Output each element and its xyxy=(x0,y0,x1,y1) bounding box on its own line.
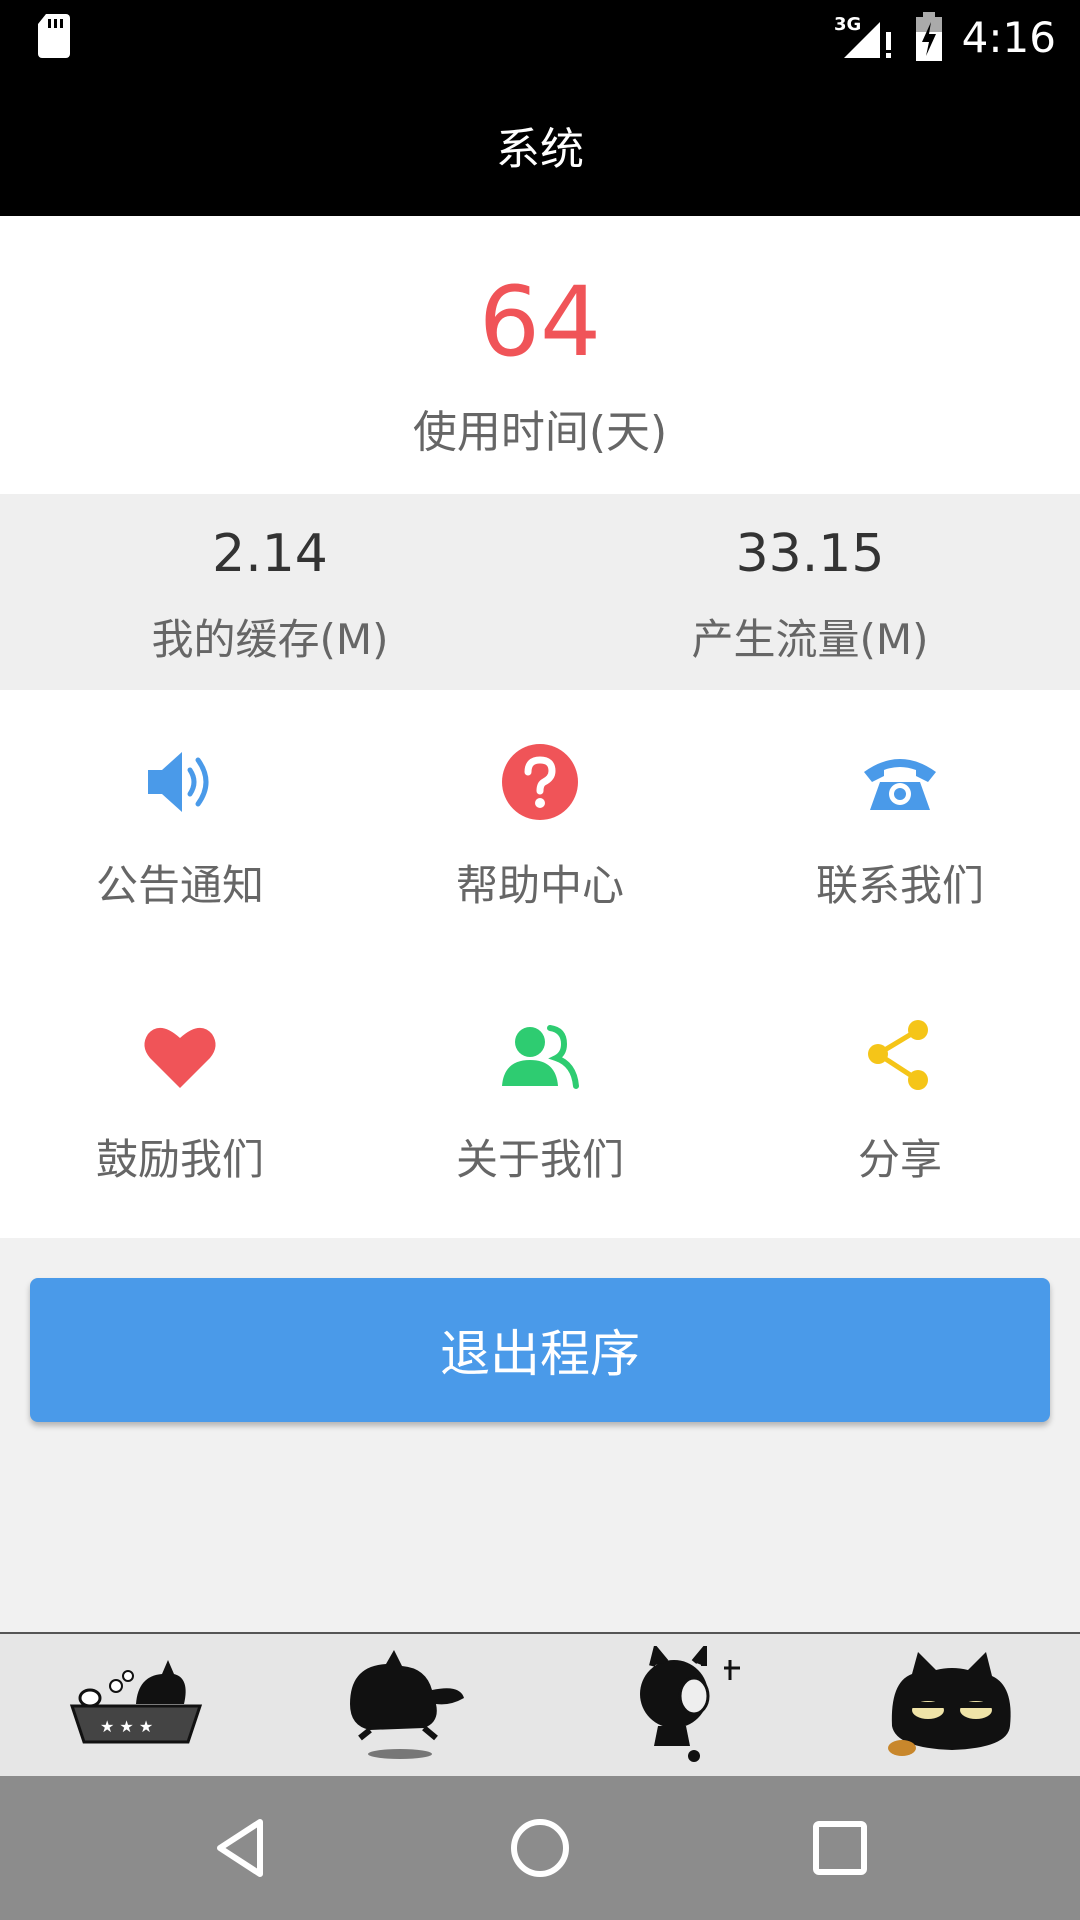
question-icon xyxy=(502,744,578,820)
back-icon[interactable] xyxy=(208,1816,272,1880)
grid-item-label: 分享 xyxy=(857,1135,942,1184)
grid-item-label: 帮助中心 xyxy=(455,861,624,910)
cat-bath-sticker[interactable]: ★ ★ ★ xyxy=(66,1646,206,1766)
grid-item-help[interactable]: 帮助中心 xyxy=(360,690,720,964)
heart-icon xyxy=(144,1027,216,1088)
grid-item-contact[interactable]: 联系我们 xyxy=(720,690,1080,964)
phone-icon xyxy=(864,759,936,810)
svg-text:★ ★ ★: ★ ★ ★ xyxy=(100,1717,153,1736)
svg-text:3G: 3G xyxy=(834,14,861,35)
traffic-value: 33.15 xyxy=(735,524,885,584)
traffic-label: 产生流量(M) xyxy=(691,615,929,664)
grid-item-share[interactable]: 分享 xyxy=(720,964,1080,1238)
usage-days-value: 64 xyxy=(478,266,602,378)
grid-item-label: 鼓励我们 xyxy=(95,1135,264,1184)
usage-panel: 64 使用时间(天) xyxy=(0,216,1080,494)
sd-card-icon xyxy=(38,14,70,58)
signal-3g-icon: 3G xyxy=(834,14,891,58)
clock: 4:16 xyxy=(961,12,1056,62)
cat-crying-sticker[interactable] xyxy=(612,1646,752,1766)
stats-row: 2.14 我的缓存(M) 33.15 产生流量(M) xyxy=(0,494,1080,690)
cat-running-sticker[interactable] xyxy=(340,1646,480,1766)
share-icon xyxy=(868,1020,928,1090)
home-icon[interactable] xyxy=(508,1816,572,1880)
recents-icon[interactable] xyxy=(808,1816,872,1880)
grid-item-announcements[interactable]: 公告通知 xyxy=(0,690,360,964)
grid-item-about[interactable]: 关于我们 xyxy=(360,964,720,1238)
status-bar: 3G 4:16 xyxy=(0,0,1080,74)
speaker-icon xyxy=(148,752,209,812)
grid-item-label: 关于我们 xyxy=(455,1135,624,1184)
page-title: 系统 xyxy=(0,74,1080,216)
grid-item-label: 公告通知 xyxy=(95,861,264,910)
sticker-bar: ★ ★ ★ xyxy=(0,1632,1080,1776)
feature-grid: 公告通知 帮助中心 联系我们 鼓励我们 关于我们 分享 xyxy=(0,690,1080,1238)
grid-item-label: 联系我们 xyxy=(815,861,984,910)
cache-value: 2.14 xyxy=(212,524,328,584)
cache-label: 我的缓存(M) xyxy=(151,615,389,664)
usage-days-label: 使用时间(天) xyxy=(412,407,668,458)
cat-glaring-sticker[interactable] xyxy=(882,1646,1022,1766)
grid-item-encourage[interactable]: 鼓励我们 xyxy=(0,964,360,1238)
exit-app-button[interactable]: 退出程序 xyxy=(30,1278,1050,1422)
system-nav-bar xyxy=(0,1776,1080,1920)
traffic-stat: 33.15 产生流量(M) xyxy=(540,494,1080,690)
users-icon xyxy=(502,1025,579,1089)
battery-charging-icon xyxy=(915,12,942,61)
cache-stat: 2.14 我的缓存(M) xyxy=(0,494,540,690)
